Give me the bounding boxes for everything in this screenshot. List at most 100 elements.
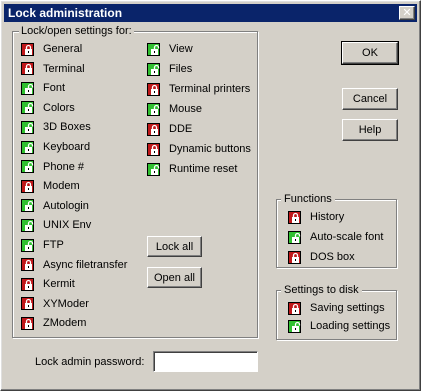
open-padlock-icon[interactable] (21, 101, 34, 115)
help-button[interactable]: Help (342, 119, 398, 141)
title-bar: Lock administration ✕ (4, 4, 417, 22)
help-label: Help (358, 124, 382, 136)
locked-padlock-icon[interactable] (288, 250, 301, 264)
lock-toggle-label: Kermit (43, 278, 75, 291)
lock-toggle-item[interactable]: DDE (147, 121, 192, 137)
password-input[interactable] (153, 351, 258, 372)
cancel-label: Cancel (352, 93, 388, 105)
lock-toggle-label: Colors (43, 101, 75, 114)
ok-label: OK (362, 47, 378, 59)
open-padlock-icon[interactable] (288, 319, 301, 333)
cancel-button[interactable]: Cancel (342, 88, 398, 110)
lock-toggle-label: ZModem (43, 317, 87, 330)
open-padlock-icon[interactable] (21, 218, 34, 232)
locked-padlock-icon[interactable] (288, 210, 301, 224)
lock-settings-group-label: Lock/open settings for: (19, 24, 134, 38)
open-all-button[interactable]: Open all (147, 267, 202, 288)
locked-padlock-icon[interactable] (21, 277, 34, 291)
locked-padlock-icon[interactable] (147, 122, 160, 136)
lock-toggle-label: Dynamic buttons (169, 143, 251, 155)
open-padlock-icon[interactable] (288, 230, 301, 244)
lock-toggle-label: Modem (43, 180, 80, 193)
lock-toggle-item[interactable]: Dynamic buttons (147, 141, 251, 157)
lock-toggle-item[interactable]: Modem (21, 178, 80, 194)
locked-padlock-icon[interactable] (147, 142, 160, 156)
lock-toggle-label: DOS box (310, 251, 355, 263)
lock-toggle-label: Files (169, 63, 193, 75)
lock-toggle-item[interactable]: Saving settings (288, 300, 385, 316)
lock-toggle-label: Loading settings (310, 320, 391, 332)
open-padlock-icon[interactable] (147, 62, 160, 76)
locked-padlock-icon[interactable] (21, 297, 34, 311)
lock-toggle-item[interactable]: XYModer (21, 296, 89, 312)
lock-toggle-label: General (43, 43, 83, 55)
locked-padlock-icon[interactable] (147, 82, 160, 96)
open-padlock-icon[interactable] (21, 140, 34, 154)
open-padlock-icon[interactable] (21, 81, 34, 95)
open-padlock-icon[interactable] (147, 102, 160, 116)
open-padlock-icon[interactable] (21, 238, 34, 252)
lock-toggle-item[interactable]: Mouse (147, 101, 202, 117)
close-button[interactable]: ✕ (399, 6, 415, 20)
lock-all-label: Lock all (155, 240, 194, 253)
lock-toggle-item[interactable]: Files (147, 61, 192, 77)
lock-toggle-item[interactable]: History (288, 209, 344, 225)
open-padlock-icon[interactable] (21, 199, 34, 213)
lock-toggle-label: Autologin (43, 199, 89, 212)
open-all-label: Open all (154, 271, 195, 284)
lock-toggle-label: History (310, 211, 345, 223)
locked-padlock-icon[interactable] (21, 258, 34, 272)
lock-toggle-label: Runtime reset (169, 163, 238, 175)
open-padlock-icon[interactable] (147, 42, 160, 56)
lock-toggle-label: View (169, 43, 193, 55)
lock-toggle-label: Keyboard (43, 141, 91, 153)
lock-toggle-item[interactable]: ZModem (21, 315, 86, 331)
lock-toggle-label: Font (43, 82, 66, 95)
lock-toggle-item[interactable]: General (21, 41, 82, 57)
lock-toggle-label: DDE (169, 123, 193, 135)
lock-toggle-item[interactable]: FTP (21, 237, 64, 253)
lock-toggle-label: Mouse (169, 103, 203, 115)
lock-toggle-item[interactable]: Auto-scale font (288, 229, 383, 245)
lock-toggle-label: XYModer (43, 297, 89, 310)
lock-toggle-item[interactable]: Terminal (21, 61, 85, 77)
open-padlock-icon[interactable] (21, 160, 34, 174)
lock-toggle-label: 3D Boxes (43, 121, 91, 134)
lock-toggle-item[interactable]: Terminal printers (147, 81, 250, 97)
lock-all-button[interactable]: Lock all (147, 236, 202, 257)
lock-toggle-item[interactable]: Keyboard (21, 139, 90, 155)
settings-to-disk-group-label: Settings to disk (281, 283, 362, 297)
lock-toggle-item[interactable]: Font (21, 80, 65, 96)
locked-padlock-icon[interactable] (21, 42, 34, 56)
lock-toggle-item[interactable]: 3D Boxes (21, 119, 91, 135)
lock-toggle-item[interactable]: Runtime reset (147, 161, 237, 177)
lock-toggle-label: Phone # (43, 160, 84, 173)
lock-toggle-label: Terminal printers (169, 83, 251, 95)
lock-toggle-label: FTP (43, 239, 64, 251)
lock-toggle-item[interactable]: Autologin (21, 198, 89, 214)
open-padlock-icon[interactable] (147, 162, 160, 176)
lock-toggle-item[interactable]: View (147, 41, 193, 57)
functions-group-label: Functions (281, 192, 335, 206)
locked-padlock-icon[interactable] (21, 316, 34, 330)
lock-toggle-item[interactable]: UNIX Env (21, 217, 91, 233)
lock-toggle-item[interactable]: Loading settings (288, 318, 390, 334)
password-label: Lock admin password: (35, 356, 145, 368)
lock-toggle-item[interactable]: Async filetransfer (21, 257, 127, 273)
locked-padlock-icon[interactable] (288, 301, 301, 315)
lock-toggle-item[interactable]: Kermit (21, 276, 75, 292)
locked-padlock-icon[interactable] (21, 179, 34, 193)
lock-toggle-item[interactable]: Phone # (21, 159, 84, 175)
lock-toggle-label: Auto-scale font (310, 231, 384, 243)
lock-administration-dialog: Lock administration ✕ Lock/open settings… (0, 0, 421, 391)
open-padlock-icon[interactable] (21, 120, 34, 134)
window-title: Lock administration (8, 6, 123, 20)
lock-toggle-item[interactable]: Colors (21, 100, 75, 116)
ok-button[interactable]: OK (341, 41, 399, 65)
locked-padlock-icon[interactable] (21, 62, 34, 76)
lock-toggle-label: UNIX Env (43, 219, 92, 232)
close-icon: ✕ (402, 6, 412, 19)
lock-toggle-item[interactable]: DOS box (288, 249, 355, 265)
lock-toggle-label: Saving settings (310, 302, 385, 314)
lock-toggle-label: Terminal (43, 62, 85, 75)
